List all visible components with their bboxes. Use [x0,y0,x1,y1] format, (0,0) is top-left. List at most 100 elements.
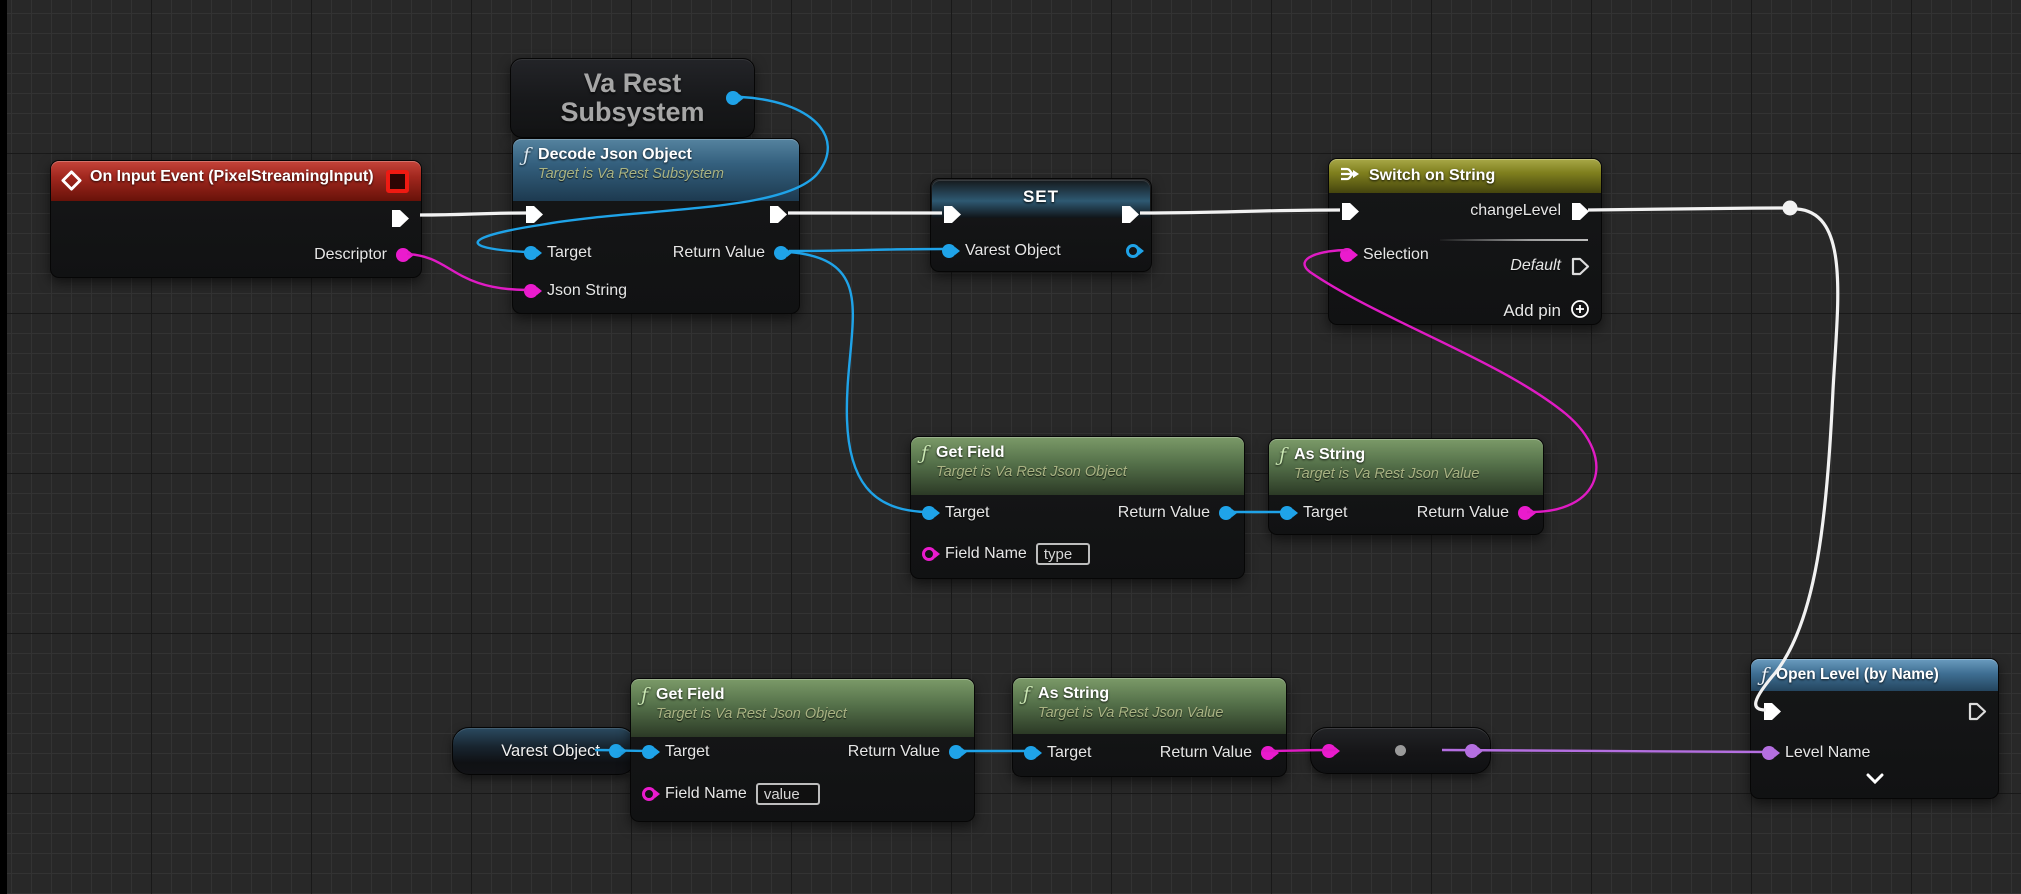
return-value-pin[interactable] [774,246,788,260]
return-value-row: Return Value [1149,738,1286,768]
node-va-rest-subsystem[interactable]: Va Rest Subsystem [510,58,755,138]
field-name-row: Field Name [911,539,1101,569]
wire-exec-changelevel-to-knot[interactable] [1588,208,1786,210]
wire-return-value-to-get-field-type[interactable] [789,252,927,512]
change-level-row: changeLevel [1459,196,1601,226]
node-on-input-event[interactable]: On Input Event (PixelStreamingInput) Des… [50,160,422,278]
exec-out-row [379,203,421,233]
node-as-string-bottom[interactable]: ƒ As String Target is Va Rest Json Value… [1012,677,1287,777]
pin-label-target: Target [665,743,709,761]
wire-exec-knot-to-open-level[interactable] [1756,209,1838,710]
pin-label-return-value: Return Value [673,244,765,262]
node-decode-json-object[interactable]: ƒ Decode Json Object Target is Va Rest S… [512,138,800,314]
wire-exec-set-to-switch[interactable] [1140,210,1340,213]
wire-as-string-to-conversion[interactable] [1262,750,1336,751]
conversion-dot-icon [1395,745,1406,756]
node-title: As String [1294,445,1479,465]
function-f-icon: ƒ [523,146,530,165]
field-name-row: Field Name [631,779,831,809]
pin-label-target: Target [1303,504,1347,522]
subsystem-out-pin[interactable] [726,91,740,105]
node-as-string-top[interactable]: ƒ As String Target is Va Rest Json Value… [1268,438,1544,535]
field-name-pin[interactable] [922,547,936,561]
descriptor-row: Descriptor [303,240,421,270]
getter-title: Varest Object [501,742,600,761]
exec-out-pin[interactable] [768,205,788,224]
blueprint-graph-canvas[interactable]: On Input Event (PixelStreamingInput) Des… [0,0,2021,894]
wire-descriptor-to-json-string[interactable] [407,254,526,290]
pin-label-selection: Selection [1363,246,1429,264]
exec-out-row [1956,696,1998,726]
node-title: Get Field [936,443,1127,463]
target-pin[interactable] [524,246,538,260]
node-title: On Input Event (PixelStreamingInput) [90,167,374,187]
return-value-pin[interactable] [949,745,963,759]
return-value-row: Return Value [1107,498,1244,528]
return-value-row: Return Value [837,737,974,767]
node-title: Get Field [656,685,847,705]
pin-label-return-value: Return Value [1160,744,1252,762]
add-pin-label: Add pin [1503,301,1561,321]
varest-object-in-pin[interactable] [942,244,956,258]
pin-label-descriptor: Descriptor [314,246,387,264]
pin-label-json-string: Json String [547,282,627,300]
default-exec-pin[interactable] [1570,257,1590,276]
getter-title-line1: Va Rest [584,68,682,99]
node-subtitle: Target is Va Rest Json Object [936,463,1127,481]
varest-object-out-row [1115,236,1151,266]
change-level-exec-pin[interactable] [1570,202,1590,221]
switch-icon [1339,165,1361,188]
function-f-icon: ƒ [921,444,928,463]
add-pin-icon[interactable] [1570,299,1590,324]
pin-label-default: Default [1510,257,1561,275]
wire-getter-to-get-field-value[interactable] [595,750,652,751]
node-title: As String [1038,684,1223,704]
delegate-box-icon[interactable] [386,170,409,193]
exec-in-pin[interactable] [942,205,962,224]
wire-conversion-to-level-name[interactable] [1442,750,1770,752]
exec-out-pin[interactable] [1120,205,1140,224]
target-pin[interactable] [1024,746,1038,760]
node-header: Switch on String [1329,159,1601,193]
node-open-level[interactable]: ƒ Open Level (by Name) Level Name [1750,658,1999,799]
node-header: ƒ Get Field Target is Va Rest Json Objec… [911,437,1244,495]
node-set-varest-object[interactable]: SET Varest Object [930,178,1152,272]
field-name-input[interactable] [756,783,820,805]
level-name-row: Level Name [1751,738,1881,768]
exec-out-pin[interactable] [390,209,410,228]
exec-in-pin[interactable] [1340,202,1360,221]
node-subtitle: Target is Va Rest Json Value [1294,465,1479,483]
wire-exec-event-to-decode[interactable] [420,213,526,215]
target-row: Target [1013,738,1102,768]
expand-chevron-icon[interactable] [1866,771,1884,789]
node-get-field-value[interactable]: ƒ Get Field Target is Va Rest Json Objec… [630,678,975,822]
node-title: Decode Json Object [538,145,724,165]
node-switch-on-string[interactable]: Switch on String changeLevel Selection D… [1328,158,1602,325]
pin-label-changelevel: changeLevel [1470,202,1561,220]
function-f-icon: ƒ [1279,446,1286,465]
return-value-pin[interactable] [1261,746,1275,760]
function-f-icon: ƒ [1023,685,1030,704]
exec-in-pin[interactable] [524,205,544,224]
json-string-row: Json String [513,276,638,306]
exec-out-pin[interactable] [1967,702,1987,721]
pin-label-target: Target [945,504,989,522]
function-f-icon: ƒ [641,686,648,705]
node-get-field-type[interactable]: ƒ Get Field Target is Va Rest Json Objec… [910,436,1245,579]
json-string-pin[interactable] [524,284,538,298]
node-header: ƒ Decode Json Object Target is Va Rest S… [513,139,799,201]
wire-return-value-to-set-input[interactable] [789,249,943,251]
return-value-pin[interactable] [1219,506,1233,520]
node-header: ƒ Open Level (by Name) [1751,659,1998,691]
node-header: On Input Event (PixelStreamingInput) [51,161,421,201]
pin-label-return-value: Return Value [848,743,940,761]
varest-object-out-pin[interactable] [1126,244,1140,258]
return-value-row: Return Value [662,238,799,268]
field-name-input[interactable] [1036,543,1090,565]
node-header: ƒ Get Field Target is Va Rest Json Objec… [631,679,974,737]
pin-label-field-name: Field Name [665,785,747,803]
add-pin-row[interactable]: Add pin [1492,296,1601,326]
node-header: ƒ As String Target is Va Rest Json Value [1269,439,1543,495]
field-name-pin[interactable] [642,787,656,801]
node-title: Switch on String [1369,166,1495,186]
